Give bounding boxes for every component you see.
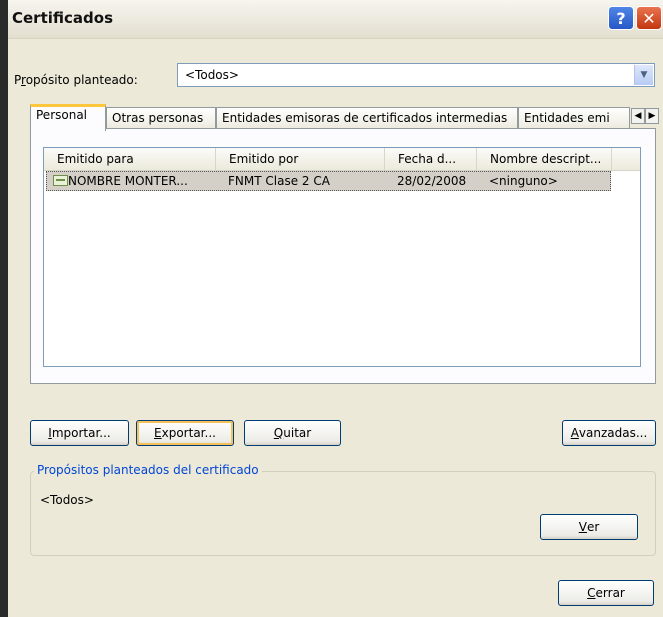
certificates-dialog: Certificados ? ✕ Propósito planteado: <T…: [8, 0, 663, 617]
view-button[interactable]: Ver: [540, 514, 638, 540]
window-frame-edge: [0, 0, 8, 617]
tab-scroll-left-icon[interactable]: ◀: [631, 108, 645, 124]
help-button[interactable]: ?: [608, 6, 634, 30]
tab-scroll-right-icon[interactable]: ▶: [645, 108, 659, 124]
cell-expiry: 28/02/2008: [397, 174, 467, 188]
purpose-label: Propósito planteado:: [14, 73, 138, 87]
table-row[interactable]: NOMBRE MONTER... FNMT Clase 2 CA 28/02/2…: [46, 171, 611, 191]
help-icon: ?: [616, 8, 626, 28]
close-icon: ✕: [642, 8, 656, 28]
import-button[interactable]: Importar...: [30, 420, 129, 446]
tab-other-people[interactable]: Otras personas: [106, 107, 216, 129]
close-window-button[interactable]: ✕: [636, 6, 662, 30]
tab-panel: Emitido para Emitido por Fecha d... Nomb…: [30, 128, 656, 384]
cell-issued-by: FNMT Clase 2 CA: [228, 174, 330, 188]
remove-button[interactable]: Quitar: [244, 420, 341, 446]
cell-friendly-name: <ninguno>: [489, 174, 558, 188]
certificate-purposes-value: <Todos>: [40, 493, 94, 507]
group-title: Propósitos planteados del certificado: [34, 463, 262, 477]
certificate-list[interactable]: Emitido para Emitido por Fecha d... Nomb…: [43, 147, 641, 367]
purpose-dropdown[interactable]: <Todos> ▼: [177, 63, 655, 87]
export-button[interactable]: Exportar...: [136, 420, 234, 446]
purpose-selected-value: <Todos>: [185, 68, 239, 82]
column-issued-by[interactable]: Emitido por: [216, 148, 385, 170]
tab-personal[interactable]: Personal: [30, 104, 106, 131]
column-friendly-name[interactable]: Nombre descript...: [477, 148, 612, 170]
cell-issued-to: NOMBRE MONTER...: [68, 174, 188, 188]
column-issued-to[interactable]: Emitido para: [44, 148, 216, 170]
window-title: Certificados: [12, 9, 113, 27]
certificate-store-tabs: Personal Otras personas Entidades emisor…: [30, 104, 660, 131]
tab-intermediate-cas[interactable]: Entidades emisoras de certificados inter…: [216, 107, 518, 129]
certificate-icon: [53, 175, 68, 186]
list-header: Emitido para Emitido por Fecha d... Nomb…: [44, 148, 640, 171]
column-expiry[interactable]: Fecha d...: [385, 148, 477, 170]
chevron-down-icon[interactable]: ▼: [634, 65, 653, 85]
tab-root-cas[interactable]: Entidades emi: [518, 107, 630, 129]
advanced-button[interactable]: Avanzadas...: [562, 420, 656, 446]
close-button[interactable]: Cerrar: [558, 580, 654, 606]
title-bar[interactable]: Certificados ? ✕: [8, 0, 663, 39]
